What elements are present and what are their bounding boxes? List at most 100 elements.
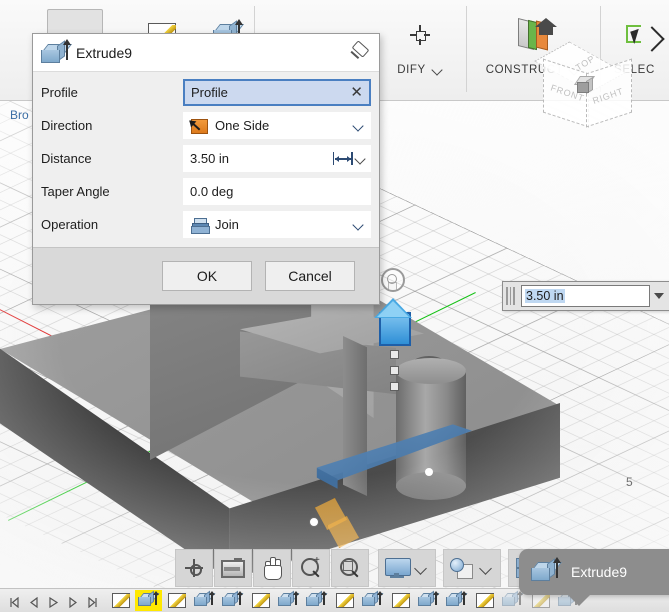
ok-button[interactable]: OK — [162, 261, 252, 291]
toolbar-panel-modify-label[interactable]: DIFY — [397, 64, 443, 76]
chevron-down-icon[interactable] — [433, 65, 443, 75]
operation-dropdown[interactable]: Join — [183, 211, 371, 238]
one-side-icon — [189, 118, 209, 134]
step-back-icon[interactable] — [28, 595, 39, 609]
chevron-down-icon[interactable] — [415, 562, 435, 575]
dialog-title-bar[interactable]: Extrude9 — [33, 34, 379, 72]
distance-input-field[interactable]: 3.50 in — [521, 285, 650, 307]
visual-style-button[interactable] — [444, 550, 480, 586]
grid-scale-label: 5 — [626, 475, 633, 489]
timeline-playback-controls[interactable] — [0, 595, 107, 609]
distance-label: Distance — [41, 151, 92, 166]
look-at-button[interactable] — [214, 549, 252, 587]
direction-dropdown[interactable]: One Side — [183, 112, 371, 139]
extrude-icon — [138, 590, 160, 608]
timeline-feature-extrude[interactable] — [219, 590, 246, 611]
extrude-icon — [446, 590, 468, 608]
clear-selection-icon[interactable]: ✕ — [350, 85, 363, 100]
pin-icon[interactable] — [347, 39, 371, 65]
timeline-feature-extrude[interactable] — [135, 590, 162, 611]
jump-start-icon[interactable] — [8, 595, 19, 609]
timeline-feature-sketch[interactable] — [247, 590, 274, 611]
chevron-down-icon[interactable] — [354, 121, 364, 131]
taper-angle-label: Taper Angle — [41, 184, 110, 199]
dialog-row-operation: Operation Join — [33, 208, 379, 241]
timeline-feature-extrude[interactable] — [275, 590, 302, 611]
taper-angle-value: 0.0 deg — [190, 184, 234, 199]
display-settings-group[interactable] — [378, 549, 436, 587]
manipulator-handle[interactable] — [390, 382, 399, 391]
pan-hand-icon — [261, 556, 283, 580]
toolbar-overflow-chevron-icon[interactable] — [641, 22, 663, 62]
cancel-button[interactable]: Cancel — [265, 261, 355, 291]
profile-label: Profile — [41, 85, 78, 100]
extrude-icon — [502, 590, 524, 608]
operation-value: Join — [215, 217, 239, 232]
chevron-down-icon[interactable] — [354, 220, 364, 230]
distance-input-value: 3.50 in — [525, 289, 565, 303]
sketch-icon — [251, 593, 270, 608]
toolbar-panel-modify[interactable]: DIFY — [374, 6, 467, 92]
dialog-row-taper-angle: Taper Angle 0.0 deg — [33, 175, 379, 208]
floating-distance-input[interactable]: 3.50 in — [502, 281, 669, 311]
timeline-feature-extrude[interactable] — [303, 590, 330, 611]
extrude-icon — [418, 590, 440, 608]
chevron-down-icon[interactable] — [356, 154, 366, 164]
orbit-icon — [183, 557, 205, 579]
view-cube-faces[interactable]: TOP FRONT RIGHT — [534, 36, 633, 132]
timeline-feature-extrude[interactable] — [415, 590, 442, 611]
timeline-feature-sketch[interactable] — [331, 590, 358, 611]
zoom-button[interactable]: + — [292, 549, 330, 587]
timeline-feature-extrude[interactable] — [359, 590, 386, 611]
chevron-down-icon[interactable] — [480, 562, 500, 575]
extrude-dialog[interactable]: Extrude9 Profile Profile ✕ Direction One… — [32, 33, 380, 305]
orbit-button[interactable] — [175, 549, 213, 587]
tooltip-text: Extrude9 — [571, 564, 628, 580]
step-forward-icon[interactable] — [68, 595, 79, 609]
timeline-feature-sketch[interactable] — [387, 590, 414, 611]
view-cube[interactable]: TOP FRONT RIGHT — [513, 14, 643, 142]
zoom-window-button[interactable] — [331, 549, 369, 587]
distance-measure-button[interactable] — [327, 145, 371, 172]
sketch-icon — [531, 593, 550, 608]
dialog-row-distance: Distance 3.50 in — [33, 142, 379, 175]
distance-value-field[interactable]: 3.50 in — [183, 145, 327, 172]
dialog-row-profile: Profile Profile ✕ — [33, 76, 379, 109]
move-icon — [405, 20, 435, 50]
zoom-window-icon — [339, 557, 361, 579]
model-cylinder-bottom — [396, 472, 466, 500]
visual-style-group[interactable] — [443, 549, 501, 587]
display-settings-button[interactable] — [379, 550, 415, 586]
play-icon[interactable] — [48, 595, 59, 609]
extrude-icon — [531, 557, 563, 584]
dialog-row-direction: Direction One Side — [33, 109, 379, 142]
profile-value: Profile — [191, 85, 228, 100]
timeline-feature-sketch[interactable] — [471, 590, 498, 611]
manipulator-handle[interactable] — [390, 350, 399, 359]
move-copy-button[interactable] — [392, 9, 448, 61]
jump-end-icon[interactable] — [88, 595, 99, 609]
operation-label: Operation — [41, 217, 99, 232]
model-cylinder-top — [396, 358, 466, 384]
direction-value: One Side — [215, 118, 270, 133]
sketch-icon — [475, 593, 494, 608]
dimension-icon — [332, 152, 353, 165]
timeline-feature-sketch[interactable] — [107, 590, 134, 611]
model-cylinder-center-dot — [425, 468, 433, 476]
home-view-icon[interactable] — [535, 18, 557, 36]
taper-angle-field[interactable]: 0.0 deg — [183, 178, 371, 205]
extrude-icon — [41, 38, 73, 64]
pan-button[interactable] — [253, 549, 291, 587]
view-navigation-bar: + — [175, 548, 573, 588]
timeline-tooltip: Extrude9 — [519, 549, 669, 606]
drag-grip-icon[interactable] — [506, 287, 517, 305]
chevron-down-icon[interactable] — [654, 293, 664, 299]
profile-selection-field[interactable]: Profile ✕ — [183, 79, 371, 106]
origin-point-icon[interactable] — [309, 517, 319, 527]
timeline-feature-extrude[interactable] — [191, 590, 218, 611]
view-cube-mini-cube-icon[interactable] — [573, 76, 596, 95]
timeline-feature-sketch[interactable] — [163, 590, 190, 611]
timeline-feature-extrude[interactable] — [443, 590, 470, 611]
manipulator-handle[interactable] — [390, 366, 399, 375]
browser-panel-label[interactable]: Bro — [10, 108, 29, 122]
